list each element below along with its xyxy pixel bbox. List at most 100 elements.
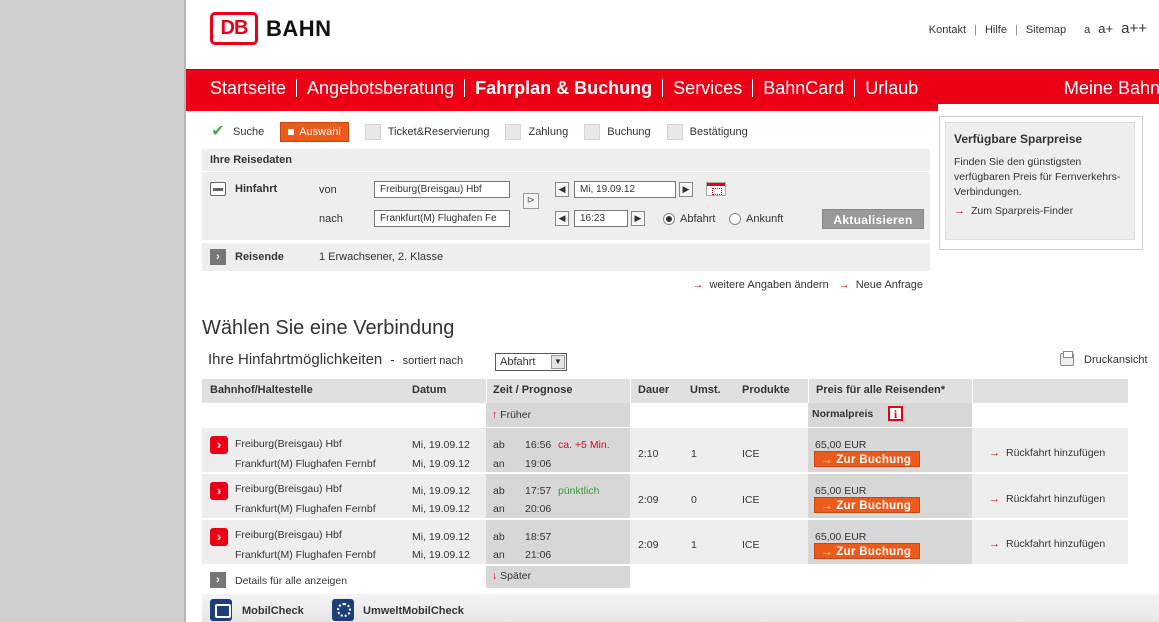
zur-buchung-button[interactable]: → Zur Buchung: [814, 543, 920, 559]
train-icon: [210, 182, 226, 196]
sparpreise-title: Verfügbare Sparpreise: [954, 132, 1083, 146]
col-datum: Datum: [412, 384, 447, 396]
font-size-medium[interactable]: a+: [1098, 21, 1113, 36]
nav-startseite[interactable]: Startseite: [200, 79, 298, 97]
time-prev-button[interactable]: ◀: [555, 211, 569, 226]
price: 65,00 EUR: [815, 439, 867, 451]
button-label: Zur Buchung: [836, 454, 912, 466]
step-buchung: Buchung: [584, 124, 651, 140]
expand-arrow-icon[interactable]: ›: [210, 249, 226, 265]
col-preis: Preis für alle Reisenden*: [816, 384, 945, 396]
sort-select[interactable]: Abfahrt ▼: [495, 353, 567, 371]
date-input[interactable]: Mi, 19.09.12: [574, 181, 676, 198]
link-hilfe[interactable]: Hilfe: [985, 24, 1007, 36]
font-size-large[interactable]: a++: [1121, 20, 1147, 37]
abfahrt-label: Abfahrt: [680, 213, 716, 225]
date-to: Mi, 19.09.12: [412, 549, 470, 561]
date-prev-button[interactable]: ◀: [555, 182, 569, 197]
info-icon[interactable]: i: [888, 406, 903, 421]
step-ticket: Ticket&Reservierung: [364, 124, 490, 140]
weitere-angaben-link[interactable]: → weitere Angaben ändern: [692, 279, 828, 291]
swap-stations-button[interactable]: ⊳: [523, 193, 539, 209]
abfahrt-radio[interactable]: [663, 213, 675, 225]
frueher-cell[interactable]: ↑ Früher: [486, 403, 630, 427]
step-bestaetigung: Bestätigung: [666, 124, 748, 140]
mobilcheck-icon: [210, 599, 232, 621]
nav-urlaub[interactable]: Urlaub: [855, 79, 928, 97]
expand-row-icon[interactable]: ›: [210, 436, 228, 454]
druckansicht-link[interactable]: Druckansicht: [1060, 351, 1148, 366]
normalpreis-label: Normalpreis: [812, 408, 874, 420]
nav-angebotsberatung[interactable]: Angebotsberatung: [297, 79, 466, 97]
dauer: 2:09: [638, 539, 659, 551]
db-logo[interactable]: DB BAHN: [210, 12, 332, 45]
col-bahnhof: Bahnhof/Haltestelle: [210, 384, 313, 396]
details-link[interactable]: Details für alle anzeigen: [235, 575, 347, 587]
time-next-button[interactable]: ▶: [631, 211, 645, 226]
link-label: Rückfahrt hinzufügen: [1006, 493, 1106, 505]
normalpreis-cell: Normalpreis i: [808, 403, 972, 427]
link-label: Zum Sparpreis-Finder: [971, 205, 1074, 217]
rueckfahrt-link[interactable]: → Rückfahrt hinzufügen: [989, 447, 1105, 459]
produkte: ICE: [742, 494, 760, 506]
prognose: ca. +5 Min.: [558, 439, 610, 451]
square-icon: [288, 129, 295, 135]
step-label: Ticket&Reservierung: [387, 126, 490, 138]
mobilcheck-link[interactable]: MobilCheck: [242, 605, 304, 617]
station-to: Frankfurt(M) Flughafen Fernbf: [235, 549, 376, 561]
zur-buchung-button[interactable]: → Zur Buchung: [814, 497, 920, 513]
printer-icon: [1060, 351, 1074, 366]
date-from: Mi, 19.09.12: [412, 485, 470, 497]
hinfahrt-label: Hinfahrt: [235, 183, 278, 195]
divider: [202, 171, 930, 172]
step-label: Suche: [233, 126, 265, 138]
link-label: Rückfahrt hinzufügen: [1006, 538, 1106, 550]
step-suche[interactable]: ✔ Suche: [210, 124, 264, 140]
link-label: Neue Anfrage: [855, 279, 923, 291]
link-sitemap[interactable]: Sitemap: [1026, 24, 1066, 36]
ankunft-label: Ankunft: [746, 213, 784, 225]
umstiege: 1: [691, 539, 697, 551]
sparpreis-finder-link[interactable]: → Zum Sparpreis-Finder: [954, 205, 1126, 217]
reisende-panel: › Reisende 1 Erwachsener, 2. Klasse: [202, 243, 930, 271]
link-kontakt[interactable]: Kontakt: [929, 24, 966, 36]
calendar-icon[interactable]: [706, 182, 726, 196]
nav-meine-bahn[interactable]: Meine Bahn: [1050, 70, 1159, 112]
zur-buchung-button[interactable]: → Zur Buchung: [814, 451, 920, 467]
nach-input[interactable]: Frankfurt(M) Flughafen Fe: [374, 210, 510, 227]
von-input[interactable]: Freiburg(Breisgau) Hbf: [374, 181, 510, 198]
expand-arrow-icon[interactable]: ›: [210, 572, 226, 588]
expand-row-icon[interactable]: ›: [210, 528, 228, 546]
aktualisieren-button[interactable]: Aktualisieren: [822, 209, 924, 229]
arrival-time: 19:06: [525, 458, 552, 470]
dauer: 2:09: [638, 494, 659, 506]
rueckfahrt-link[interactable]: → Rückfahrt hinzufügen: [989, 538, 1105, 550]
spaeter-cell[interactable]: ↓ Später: [486, 566, 630, 588]
nav-bahncard[interactable]: BahnCard: [753, 79, 856, 97]
date-next-button[interactable]: ▶: [679, 182, 693, 197]
station-to: Frankfurt(M) Flughafen Fernbf: [235, 503, 376, 515]
ankunft-radio[interactable]: [729, 213, 741, 225]
umweltmobilcheck-link[interactable]: UmweltMobilCheck: [363, 605, 464, 617]
expand-row-icon[interactable]: ›: [210, 482, 228, 500]
button-label: Zur Buchung: [836, 500, 912, 512]
date-to: Mi, 19.09.12: [412, 503, 470, 515]
time-input[interactable]: 16:23: [574, 210, 628, 227]
date-from: Mi, 19.09.12: [412, 531, 470, 543]
arrow-right-icon: →: [989, 447, 1000, 459]
font-size-small[interactable]: a: [1084, 24, 1090, 36]
price: 65,00 EUR: [815, 531, 867, 543]
nav-fahrplan-buchung[interactable]: Fahrplan & Buchung: [465, 79, 664, 97]
db-logo-box: DB: [210, 12, 258, 45]
nav-services[interactable]: Services: [663, 79, 754, 97]
arrival-time: 20:06: [525, 503, 552, 515]
an-label: an: [493, 549, 505, 561]
spaeter-link: Später: [500, 570, 532, 582]
divider: [630, 379, 631, 403]
arrow-down-icon: ↓: [492, 570, 498, 582]
empty-box-icon: [666, 124, 683, 140]
rueckfahrt-link[interactable]: → Rückfahrt hinzufügen: [989, 493, 1105, 505]
page: DB BAHN Kontakt | Hilfe | Sitemap a a+ a…: [184, 0, 1159, 622]
neue-anfrage-link[interactable]: → Neue Anfrage: [839, 279, 923, 291]
col-umst: Umst.: [690, 384, 721, 396]
